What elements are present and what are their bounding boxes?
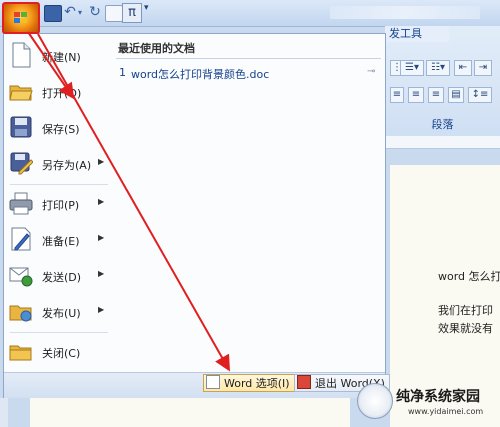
horizontal-ruler[interactable] xyxy=(385,136,500,149)
menu-item-new[interactable]: 新建(N) xyxy=(4,38,112,74)
menu-item-save[interactable]: 保存(S) xyxy=(4,110,112,146)
align-right-icon[interactable]: ≡ xyxy=(428,87,444,103)
options-icon xyxy=(206,375,220,389)
menu-item-prepare[interactable]: 准备(E) ▶ xyxy=(4,222,112,258)
menu-item-label: 另存为(A) xyxy=(42,159,92,172)
word-options-label: Word 选项(I) xyxy=(224,377,290,390)
word-options-button[interactable]: Word 选项(I) xyxy=(203,374,295,392)
recent-divider xyxy=(116,58,381,59)
customize-toolbar-icon[interactable]: ▾ xyxy=(144,0,149,16)
document-line: word 怎么打 xyxy=(438,270,500,283)
submenu-arrow-icon: ▶ xyxy=(98,269,105,278)
increase-indent-icon[interactable]: ⇥ xyxy=(474,60,492,76)
justify-icon[interactable]: ▤ xyxy=(448,87,464,103)
menu-item-publish[interactable]: 发布(U) ▶ xyxy=(4,294,112,330)
watermark-logo xyxy=(357,383,393,419)
menu-item-label: 关闭(C) xyxy=(42,347,81,360)
vertical-ruler[interactable] xyxy=(0,398,8,427)
exit-icon xyxy=(297,375,311,389)
paragraph-group-label: 段落 xyxy=(431,118,454,131)
office-logo-icon xyxy=(14,12,27,23)
menu-item-send[interactable]: 发送(D) ▶ xyxy=(4,258,112,294)
menu-item-label: 发送(D) xyxy=(42,271,82,284)
quick-save-icon[interactable] xyxy=(44,5,62,22)
menu-item-save-as[interactable]: 另存为(A) ▶ xyxy=(4,146,112,182)
document-line: 我们在打印 xyxy=(438,304,493,317)
send-icon xyxy=(9,267,33,287)
line-spacing-icon[interactable]: ↕≡ xyxy=(468,87,492,103)
save-as-icon xyxy=(10,152,33,175)
submenu-arrow-icon: ▶ xyxy=(98,305,105,314)
align-left-icon[interactable]: ≡ xyxy=(390,87,404,103)
new-document-icon[interactable] xyxy=(105,5,123,22)
recent-doc-index[interactable]: 1 xyxy=(119,66,126,79)
window-title-blurred xyxy=(330,6,480,19)
recent-documents-title: 最近使用的文档 xyxy=(118,42,195,55)
office-button[interactable] xyxy=(2,2,40,34)
recent-documents-pane xyxy=(112,34,385,372)
close-folder-icon xyxy=(9,345,32,361)
document-line: 效果就没有 xyxy=(438,322,493,335)
menu-item-label: 发布(U) xyxy=(42,307,81,320)
bullets-icon[interactable]: ☰▾ xyxy=(400,60,424,76)
menu-item-print[interactable]: 打印(P) ▶ xyxy=(4,186,112,222)
new-doc-icon xyxy=(12,42,31,68)
open-folder-icon xyxy=(9,85,33,101)
undo-dropdown-icon[interactable]: ▾ xyxy=(76,5,84,20)
document-page-bottom xyxy=(30,398,350,427)
submenu-arrow-icon: ▶ xyxy=(98,197,105,206)
save-icon xyxy=(10,116,32,138)
redo-icon[interactable]: ↻ xyxy=(87,5,103,20)
tab-developer[interactable]: 发工具 xyxy=(385,26,449,42)
align-center-icon[interactable]: ≡ xyxy=(408,87,424,103)
menu-item-label: 新建(N) xyxy=(42,51,81,64)
printer-icon xyxy=(9,192,33,215)
prepare-icon xyxy=(11,227,31,251)
menu-item-close[interactable]: 关闭(C) xyxy=(4,334,112,370)
submenu-arrow-icon: ▶ xyxy=(98,233,105,242)
watermark-url: www.yidaimei.com xyxy=(408,407,484,416)
equation-pi-icon[interactable]: π xyxy=(122,3,142,23)
menu-item-label: 打印(P) xyxy=(42,199,80,212)
publish-icon xyxy=(9,305,32,322)
menu-item-open[interactable]: 打开(O) xyxy=(4,74,112,110)
menu-item-label: 准备(E) xyxy=(42,235,80,248)
decrease-indent-icon[interactable]: ⇤ xyxy=(454,60,472,76)
menu-divider xyxy=(10,184,108,185)
menu-item-label: 保存(S) xyxy=(42,123,80,136)
recent-doc-link[interactable]: word怎么打印背景颜色.doc xyxy=(131,66,269,82)
watermark-text: 纯净系统家园 xyxy=(396,389,480,405)
submenu-arrow-icon: ▶ xyxy=(98,157,105,166)
multilevel-list-icon[interactable]: ☷▾ xyxy=(426,60,450,76)
menu-item-label: 打开(O) xyxy=(42,87,82,100)
menu-divider xyxy=(10,332,108,333)
pin-icon[interactable]: ⊸ xyxy=(367,67,379,77)
